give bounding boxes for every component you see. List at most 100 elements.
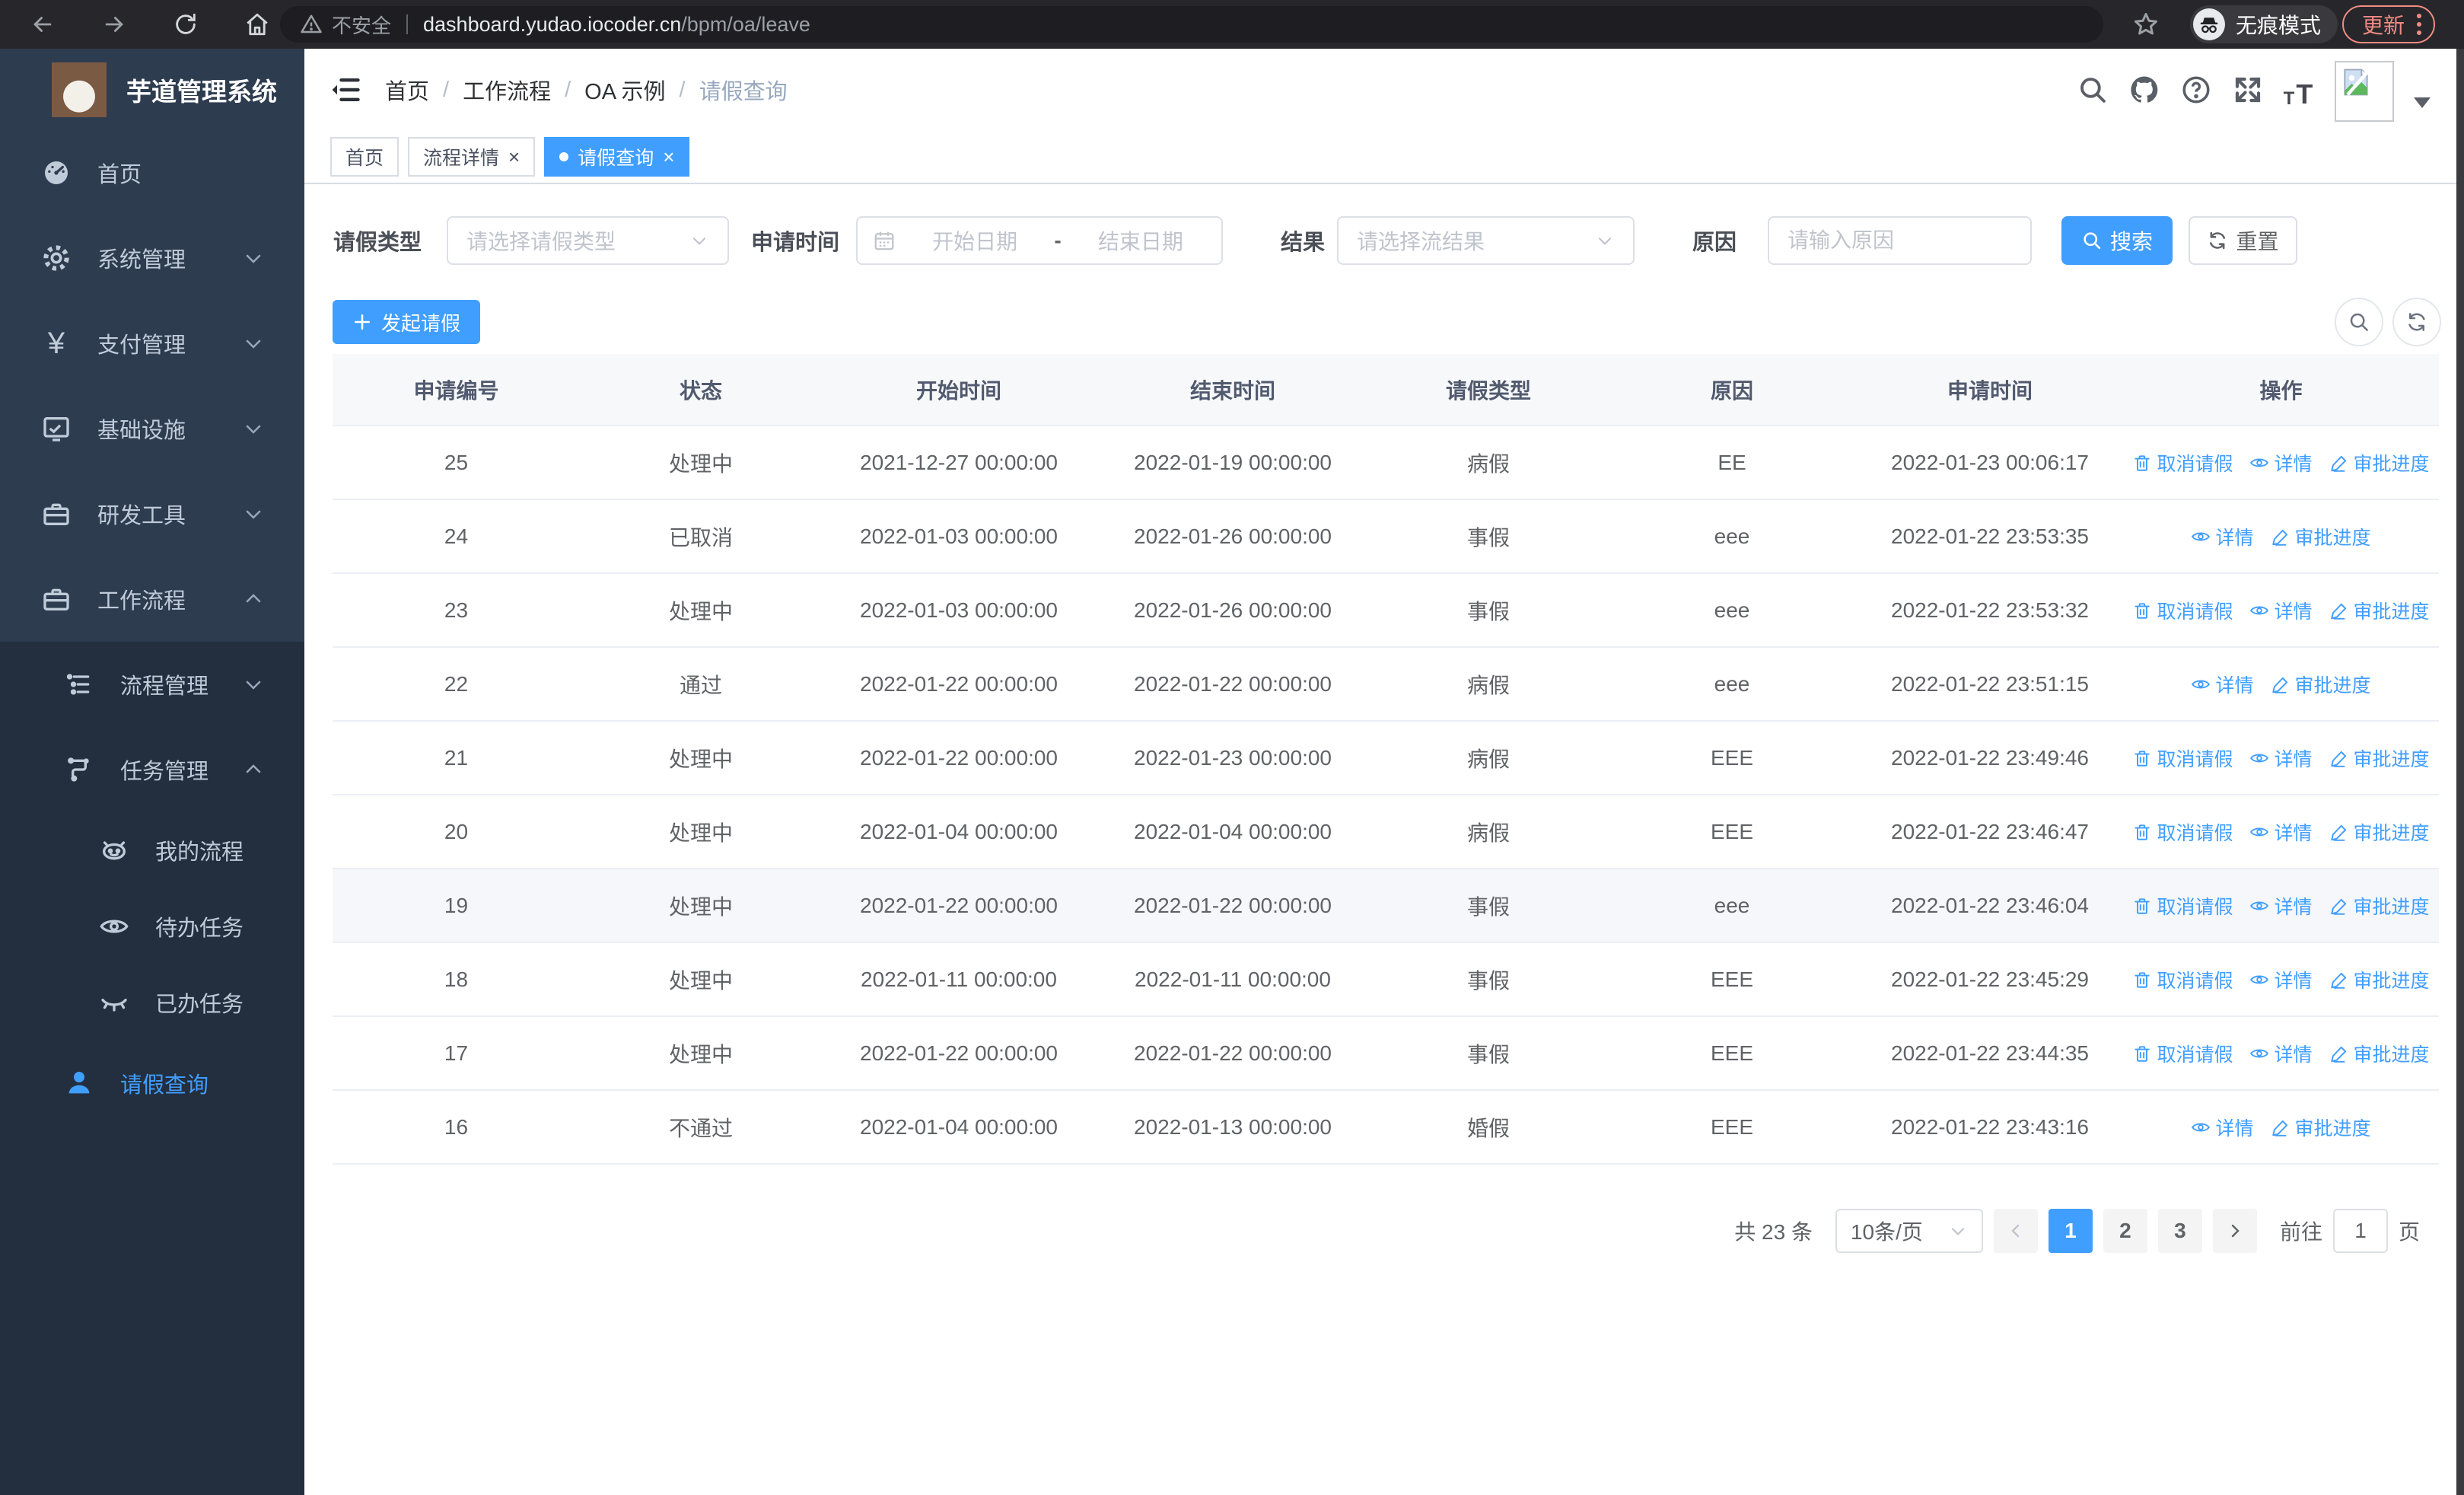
cell-actions: 取消请假 详情 审批进度 (2123, 722, 2439, 794)
browser-back-icon[interactable] (27, 9, 58, 40)
detail-link[interactable]: 详情 (2249, 449, 2313, 477)
approval-progress-link[interactable]: 审批进度 (2329, 966, 2430, 993)
cell-start-time: 2022-01-22 00:00:00 (860, 1041, 1058, 1065)
cell-apply-time: 2022-01-23 00:06:17 (1891, 450, 2089, 474)
url-path[interactable]: /bpm/oa/leave (681, 13, 810, 37)
sidebar-item-home[interactable]: 首页 (0, 130, 304, 215)
date-start-placeholder[interactable]: 开始日期 (909, 225, 1040, 256)
browser-menu-icon[interactable] (2417, 14, 2422, 35)
page-button-2[interactable]: 2 (2103, 1209, 2147, 1253)
sidebar-item-done-tasks[interactable]: 已办任务 (0, 964, 304, 1041)
approval-progress-link[interactable]: 审批进度 (2329, 892, 2430, 920)
cancel-leave-link[interactable]: 取消请假 (2132, 1040, 2233, 1067)
cancel-leave-link[interactable]: 取消请假 (2132, 966, 2233, 993)
approval-progress-link[interactable]: 审批进度 (2329, 597, 2430, 624)
tab-process-detail[interactable]: 流程详情 × (408, 137, 536, 177)
avatar-caret-icon[interactable] (2414, 97, 2431, 108)
tab-leave-query[interactable]: 请假查询 × (544, 137, 690, 177)
next-page-button[interactable] (2212, 1209, 2257, 1253)
url-host[interactable]: dashboard.yudao.iocoder.cn (423, 13, 681, 37)
fullscreen-icon[interactable] (2230, 72, 2266, 108)
reset-button[interactable]: 重置 (2189, 216, 2297, 265)
reason-input[interactable] (1769, 218, 2030, 263)
sidebar-item-process-mgmt[interactable]: 流程管理 (0, 642, 304, 727)
cancel-leave-link[interactable]: 取消请假 (2132, 449, 2233, 477)
close-icon[interactable]: × (508, 147, 520, 167)
update-label[interactable]: 更新 (2362, 9, 2405, 40)
detail-link[interactable]: 详情 (2249, 744, 2313, 772)
prev-page-button[interactable] (1993, 1209, 2038, 1253)
font-size-icon[interactable]: TT (2280, 72, 2316, 108)
toggle-search-button[interactable] (2335, 298, 2383, 346)
detail-link[interactable]: 详情 (2249, 1040, 2313, 1067)
result-select[interactable]: 请选择流结果 (1337, 216, 1635, 265)
help-icon[interactable] (2178, 72, 2214, 108)
collapse-sidebar-icon[interactable] (329, 73, 362, 107)
sidebar-item-workflow[interactable]: 工作流程 (0, 556, 304, 642)
sidebar-item-infrastructure[interactable]: 基础设施 (0, 386, 304, 471)
detail-link[interactable]: 详情 (2191, 671, 2254, 698)
breadcrumb-workflow[interactable]: 工作流程 (463, 74, 551, 106)
page-scrollbar[interactable] (2456, 49, 2464, 1495)
browser-reload-icon[interactable] (170, 9, 201, 40)
cell-reason: eee (1714, 893, 1750, 917)
cell-start-time: 2022-01-11 00:00:00 (861, 967, 1057, 991)
sidebar-item-system[interactable]: 系统管理 (0, 215, 304, 301)
sidebar-item-my-process[interactable]: 我的流程 (0, 812, 304, 888)
reason-label: 原因 (1692, 231, 1737, 255)
close-icon[interactable]: × (663, 147, 674, 167)
date-end-placeholder[interactable]: 结束日期 (1075, 225, 1206, 256)
sidebar-item-payment[interactable]: ¥ 支付管理 (0, 301, 304, 386)
browser-update-button[interactable]: 更新 (2342, 5, 2436, 43)
tab-home[interactable]: 首页 (330, 137, 400, 177)
app-logo-row[interactable]: 芋道管理系统 (0, 49, 304, 130)
search-icon[interactable] (2074, 72, 2111, 108)
bookmark-star-icon[interactable] (2132, 11, 2160, 38)
detail-link[interactable]: 详情 (2191, 1114, 2254, 1141)
page-button-1[interactable]: 1 (2048, 1209, 2093, 1253)
calendar-icon (874, 231, 894, 250)
approval-progress-link[interactable]: 审批进度 (2271, 1114, 2371, 1141)
refresh-table-button[interactable] (2392, 298, 2441, 346)
approval-progress-link[interactable]: 审批进度 (2329, 818, 2430, 846)
sidebar-item-dev-tools[interactable]: 研发工具 (0, 471, 304, 556)
browser-forward-icon[interactable] (99, 9, 129, 40)
eye-icon (2250, 901, 2269, 910)
approval-progress-link[interactable]: 审批进度 (2271, 671, 2371, 698)
breadcrumb-home[interactable]: 首页 (385, 74, 429, 106)
approval-progress-link[interactable]: 审批进度 (2271, 523, 2371, 550)
cancel-leave-link[interactable]: 取消请假 (2132, 892, 2233, 920)
cell-leave-type: 事假 (1466, 599, 1510, 623)
sidebar-item-todo-tasks[interactable]: 待办任务 (0, 888, 304, 964)
search-button[interactable]: 搜索 (2061, 216, 2173, 265)
approval-progress-link[interactable]: 审批进度 (2329, 1040, 2430, 1067)
apply-time-range-picker[interactable]: 开始日期 - 结束日期 (856, 216, 1223, 265)
url-bar[interactable]: 不安全 dashboard.yudao.iocoder.cn/bpm/oa/le… (280, 6, 2103, 43)
table-row: 21 处理中 2022-01-22 00:00:00 2022-01-23 00… (333, 722, 2439, 795)
detail-link[interactable]: 详情 (2249, 818, 2313, 846)
col-actions: 操作 (2259, 378, 2303, 403)
detail-link[interactable]: 详情 (2249, 892, 2313, 920)
browser-home-icon[interactable] (242, 9, 272, 40)
detail-link[interactable]: 详情 (2249, 597, 2313, 624)
goto-page-input[interactable] (2332, 1209, 2388, 1253)
sidebar-item-leave-query[interactable]: 请假查询 (0, 1041, 304, 1126)
approval-progress-link[interactable]: 审批进度 (2329, 744, 2430, 772)
detail-link[interactable]: 详情 (2191, 523, 2254, 550)
cell-status: 通过 (679, 673, 722, 697)
create-leave-button[interactable]: 发起请假 (333, 300, 481, 344)
page-size-select[interactable]: 10条/页 (1835, 1209, 1983, 1253)
cancel-leave-link[interactable]: 取消请假 (2132, 597, 2233, 624)
breadcrumb-oa-example[interactable]: OA 示例 (584, 74, 665, 106)
github-icon[interactable] (2126, 72, 2163, 108)
detail-link[interactable]: 详情 (2249, 966, 2313, 993)
page-button-3[interactable]: 3 (2157, 1209, 2202, 1253)
sidebar-item-task-mgmt[interactable]: 任务管理 (0, 727, 304, 812)
leave-type-select[interactable]: 请选择请假类型 (447, 216, 729, 265)
trash-icon (2135, 750, 2150, 767)
avatar[interactable] (2335, 61, 2394, 122)
security-label[interactable]: 不安全 (332, 11, 391, 39)
cancel-leave-link[interactable]: 取消请假 (2132, 744, 2233, 772)
cancel-leave-link[interactable]: 取消请假 (2132, 818, 2233, 846)
approval-progress-link[interactable]: 审批进度 (2329, 449, 2430, 477)
